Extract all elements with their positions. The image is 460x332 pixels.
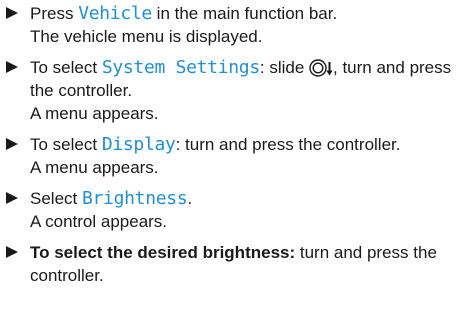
instructions-page: Press Vehicle in the main function bar. … [0, 2, 460, 332]
step-1-pre: Press [30, 4, 79, 23]
bullet-triangle-icon [6, 246, 18, 258]
step-3-result: A menu appears. [30, 158, 159, 177]
step-1: Press Vehicle in the main function bar. … [6, 2, 452, 48]
step-4-ui-brightness: Brightness [81, 188, 188, 209]
bullet-triangle-icon [6, 61, 18, 73]
step-5-bold-heading: To select the desired brightness: [30, 243, 296, 262]
controller-slide-down-icon [309, 58, 333, 77]
bullet-triangle-icon [6, 138, 18, 150]
step-4-pre: Select [30, 189, 82, 208]
step-1-result: The vehicle menu is displayed. [30, 27, 263, 46]
step-2-pre: To select [30, 58, 102, 77]
step-4-post: . [187, 189, 193, 208]
step-3: To select Display: turn and press the co… [6, 133, 452, 179]
step-1-post: in the main function bar. [151, 4, 338, 23]
step-4: Select Brightness. A control appears. [6, 187, 452, 233]
step-1-ui-vehicle: Vehicle [78, 3, 152, 24]
instruction-steps: Press Vehicle in the main function bar. … [6, 2, 452, 287]
step-2-post-1: : slide [259, 58, 310, 77]
step-3-post: : turn and press the controller. [175, 135, 401, 154]
bullet-triangle-icon [6, 7, 18, 19]
step-2-ui-system-settings: System Settings [101, 57, 260, 78]
bullet-triangle-icon [6, 192, 18, 204]
step-5: To select the desired brightness: turn a… [6, 241, 452, 287]
step-2: To select System Settings: slide , turn … [6, 56, 452, 125]
step-3-ui-display: Display [101, 134, 176, 155]
step-2-result: A menu appears. [30, 104, 159, 123]
step-4-result: A control appears. [30, 212, 168, 231]
step-3-pre: To select [30, 135, 102, 154]
